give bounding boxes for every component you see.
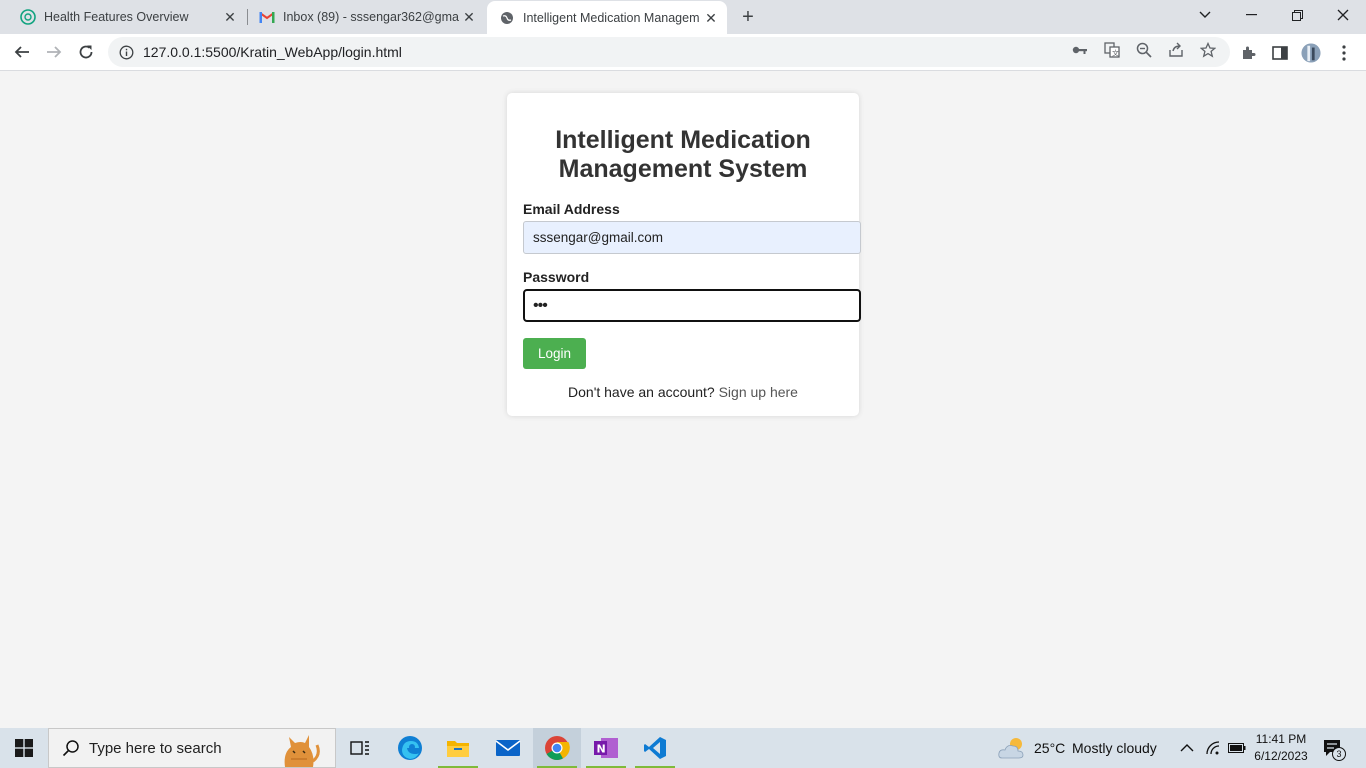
signup-link[interactable]: Sign up here — [719, 384, 798, 400]
reload-button[interactable] — [73, 39, 99, 65]
close-tab-icon[interactable]: ✕ — [701, 8, 721, 28]
chrome-menu-icon[interactable] — [1334, 43, 1354, 63]
zoom-out-icon[interactable] — [1135, 41, 1153, 59]
battery-icon[interactable] — [1228, 741, 1246, 755]
svg-text:N: N — [597, 743, 606, 756]
notification-center-icon[interactable]: 3 — [1322, 738, 1348, 761]
site-info-icon[interactable] — [118, 44, 134, 60]
close-tab-icon[interactable]: ✕ — [459, 7, 479, 27]
login-card: Intelligent Medication Management System… — [507, 93, 861, 416]
tab-title: Intelligent Medication Managem — [523, 11, 700, 25]
url-text: 127.0.0.1:5500/Kratin_WebApp/login.html — [143, 44, 402, 60]
clock-time: 11:41 PM — [1255, 732, 1307, 746]
weather-cloud-icon[interactable] — [998, 736, 1028, 760]
browser-toolbar: 127.0.0.1:5500/Kratin_WebApp/login.html … — [0, 34, 1366, 71]
forward-button[interactable] — [41, 39, 67, 65]
chrome-taskbar-icon[interactable] — [533, 728, 581, 768]
page-title: Intelligent Medication Management System — [555, 126, 811, 183]
email-label: Email Address — [523, 201, 620, 217]
vscode-icon[interactable] — [631, 728, 679, 768]
task-view-icon[interactable] — [336, 728, 384, 768]
close-tab-icon[interactable]: ✕ — [220, 7, 240, 27]
file-explorer-icon[interactable] — [434, 728, 482, 768]
login-button[interactable]: Login — [523, 338, 586, 369]
password-value: ••• — [533, 296, 548, 314]
edge-browser-icon[interactable] — [386, 728, 434, 768]
weather-temperature[interactable]: 25°C — [1034, 740, 1065, 756]
tab-search-chevron-icon[interactable] — [1182, 0, 1228, 30]
address-bar[interactable]: 127.0.0.1:5500/Kratin_WebApp/login.html — [108, 37, 1230, 67]
globe-icon — [499, 10, 515, 26]
network-wifi-icon[interactable] — [1206, 740, 1224, 756]
new-tab-button[interactable]: + — [737, 6, 759, 28]
gmail-icon — [259, 9, 275, 25]
windows-start-button[interactable] — [0, 728, 48, 768]
signup-prompt: Don't have an account? Sign up here — [507, 384, 859, 400]
tab-strip: Health Features Overview ✕ Inbox (89) - … — [0, 0, 1366, 35]
translate-icon[interactable]: 文 — [1103, 41, 1121, 59]
mail-app-icon[interactable] — [484, 728, 532, 768]
extensions-icon[interactable] — [1238, 43, 1258, 63]
tab-title: Health Features Overview — [44, 10, 189, 24]
search-highlight-cat-icon — [275, 729, 321, 768]
minimize-button[interactable] — [1228, 0, 1274, 30]
bookmark-star-icon[interactable] — [1199, 41, 1217, 59]
signup-prompt-text: Don't have an account? — [568, 384, 715, 400]
back-button[interactable] — [9, 39, 35, 65]
search-placeholder: Type here to search — [89, 739, 222, 757]
tab-health-features[interactable]: Health Features Overview ✕ — [0, 0, 246, 34]
weather-condition[interactable]: Mostly cloudy — [1072, 740, 1157, 756]
windows-taskbar: Type here to search N 25°C Mostly cloudy — [0, 728, 1366, 768]
profile-avatar[interactable] — [1301, 43, 1321, 63]
password-field[interactable]: ••• — [523, 289, 861, 322]
key-icon[interactable] — [1071, 41, 1089, 59]
side-panel-icon[interactable] — [1270, 43, 1290, 63]
onenote-icon[interactable]: N — [582, 728, 630, 768]
clock-date: 6/12/2023 — [1254, 749, 1308, 763]
search-icon — [61, 738, 81, 758]
chatgpt-icon — [20, 9, 36, 25]
tab-medication-management[interactable]: Intelligent Medication Managem ✕ — [487, 1, 727, 35]
close-window-button[interactable] — [1320, 0, 1366, 30]
password-label: Password — [523, 269, 590, 285]
share-icon[interactable] — [1167, 41, 1185, 59]
email-field[interactable]: sssengar@gmail.com — [523, 221, 861, 254]
restore-button[interactable] — [1274, 0, 1320, 30]
email-value: sssengar@gmail.com — [533, 230, 663, 245]
notification-count-badge: 3 — [1332, 747, 1346, 761]
tab-gmail-inbox[interactable]: Inbox (89) - sssengar362@gmail.c ✕ — [239, 0, 485, 34]
taskbar-search-box[interactable]: Type here to search — [48, 728, 336, 768]
svg-text:文: 文 — [1112, 49, 1119, 58]
show-hidden-icons-chevron-icon[interactable] — [1180, 740, 1196, 756]
tab-title: Inbox (89) - sssengar362@gmail.c — [283, 10, 459, 24]
system-clock[interactable]: 11:41 PM 6/12/2023 — [1246, 731, 1316, 765]
